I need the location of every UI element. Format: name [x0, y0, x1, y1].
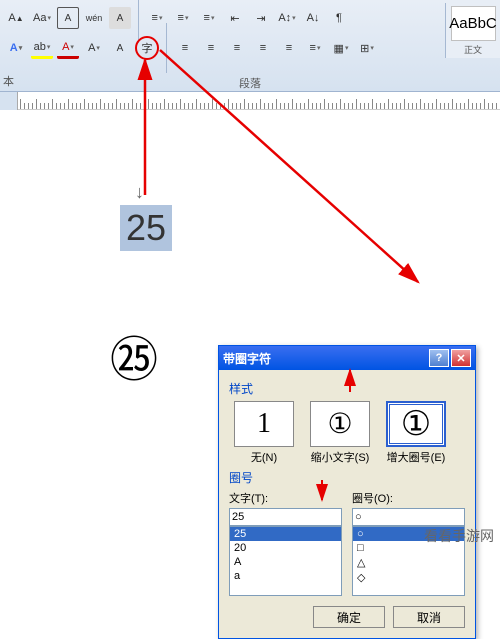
decrease-indent-btn[interactable]: ⇤: [224, 7, 246, 29]
align-center-btn[interactable]: ≡: [200, 37, 222, 59]
text-listbox[interactable]: 25 20 A a: [229, 526, 342, 596]
enclosed-char-btn[interactable]: 字: [135, 36, 159, 60]
char-spacing-btn[interactable]: A: [109, 37, 131, 59]
line-spacing-btn[interactable]: ≡▾: [304, 37, 326, 59]
text-field-label: 文字(T):: [229, 490, 342, 506]
style-none[interactable]: 1 无(N): [229, 401, 299, 465]
font-grow-btn[interactable]: A▲: [5, 7, 27, 29]
list-item[interactable]: a: [230, 569, 341, 583]
style-name: 正文: [464, 43, 482, 56]
close-button[interactable]: ✕: [451, 349, 471, 367]
ribbon-toolbar: A▲ Aa▾ A wén A ≡▾ ≡▾ ≡▾ ⇤ ⇥ A↕▾ A↓ ¶ A▾ …: [0, 0, 500, 92]
text-effects-btn[interactable]: A▾: [5, 37, 27, 59]
char-border-btn[interactable]: A: [57, 7, 79, 29]
align-right-btn[interactable]: ≡: [226, 37, 248, 59]
list-item[interactable]: ◇: [353, 570, 464, 585]
multilevel-list-btn[interactable]: ≡▾: [198, 7, 220, 29]
style-section-label: 样式: [229, 380, 465, 397]
align-justify-btn[interactable]: ≡: [252, 37, 274, 59]
ring-section-label: 圈号: [229, 469, 465, 486]
font-color-btn[interactable]: A▾: [57, 37, 79, 59]
selected-text[interactable]: 25: [120, 205, 172, 251]
enclosed-result: ㉕: [110, 320, 158, 390]
styles-pane[interactable]: AaBbC 正文: [445, 3, 500, 58]
dialog-titlebar[interactable]: 带圈字符 ? ✕: [219, 346, 475, 370]
style-enlarge[interactable]: ① 增大圈号(E): [381, 401, 451, 465]
char-scale-btn[interactable]: A▾: [83, 37, 105, 59]
numbering-btn[interactable]: ≡▾: [172, 7, 194, 29]
list-item[interactable]: A: [230, 555, 341, 569]
ruler-corner: [0, 92, 18, 110]
style-shrink[interactable]: ① 缩小文字(S): [305, 401, 375, 465]
enclosed-char-dialog: 带圈字符 ? ✕ 样式 1 无(N) ① 缩小文字(S) ① 增大圈号(E): [218, 345, 476, 639]
dialog-title: 带圈字符: [223, 350, 427, 367]
ribbon-row-2: A▾ ab▾ A▾ A▾ A 字 ≡ ≡ ≡ ≡ ≡ ≡▾ ▦▾ ⊞▾: [5, 33, 495, 63]
text-direction-btn[interactable]: A↕▾: [276, 7, 298, 29]
phonetic-guide-btn[interactable]: wén: [83, 7, 105, 29]
list-item[interactable]: 25: [230, 527, 341, 541]
list-item[interactable]: △: [353, 555, 464, 570]
horizontal-ruler[interactable]: for(let i=0;i<120;i++)document.write('<d…: [0, 92, 500, 110]
paragraph-group-label: 段落: [239, 75, 261, 91]
ring-input[interactable]: [352, 508, 465, 526]
bullets-btn[interactable]: ≡▾: [146, 7, 168, 29]
watermark: 看看手游网: [424, 526, 494, 546]
ring-field-label: 圈号(O):: [352, 490, 465, 506]
cursor-indicator: ↓: [135, 182, 144, 203]
highlight-btn[interactable]: ab▾: [31, 37, 53, 59]
list-item[interactable]: 20: [230, 541, 341, 555]
align-left-btn[interactable]: ≡: [174, 37, 196, 59]
help-button[interactable]: ?: [429, 349, 449, 367]
cancel-button[interactable]: 取消: [393, 606, 465, 628]
shading-btn[interactable]: ▦▾: [330, 37, 352, 59]
ribbon-row-1: A▲ Aa▾ A wén A ≡▾ ≡▾ ≡▾ ⇤ ⇥ A↕▾ A↓ ¶: [5, 3, 495, 33]
increase-indent-btn[interactable]: ⇥: [250, 7, 272, 29]
style-preview: AaBbC: [451, 6, 496, 41]
font-group-corner: 本: [3, 73, 14, 89]
char-shading-btn[interactable]: A: [109, 7, 131, 29]
distributed-btn[interactable]: ≡: [278, 37, 300, 59]
sort-btn[interactable]: A↓: [302, 7, 324, 29]
document-area[interactable]: ↓ 25 ㉕ 带圈字符 ? ✕ 样式 1 无(N) ① 缩小文字(S) ①: [0, 110, 500, 550]
ok-button[interactable]: 确定: [313, 606, 385, 628]
borders-btn[interactable]: ⊞▾: [356, 37, 378, 59]
change-case-btn[interactable]: Aa▾: [31, 7, 53, 29]
text-input[interactable]: [229, 508, 342, 526]
show-marks-btn[interactable]: ¶: [328, 7, 350, 29]
